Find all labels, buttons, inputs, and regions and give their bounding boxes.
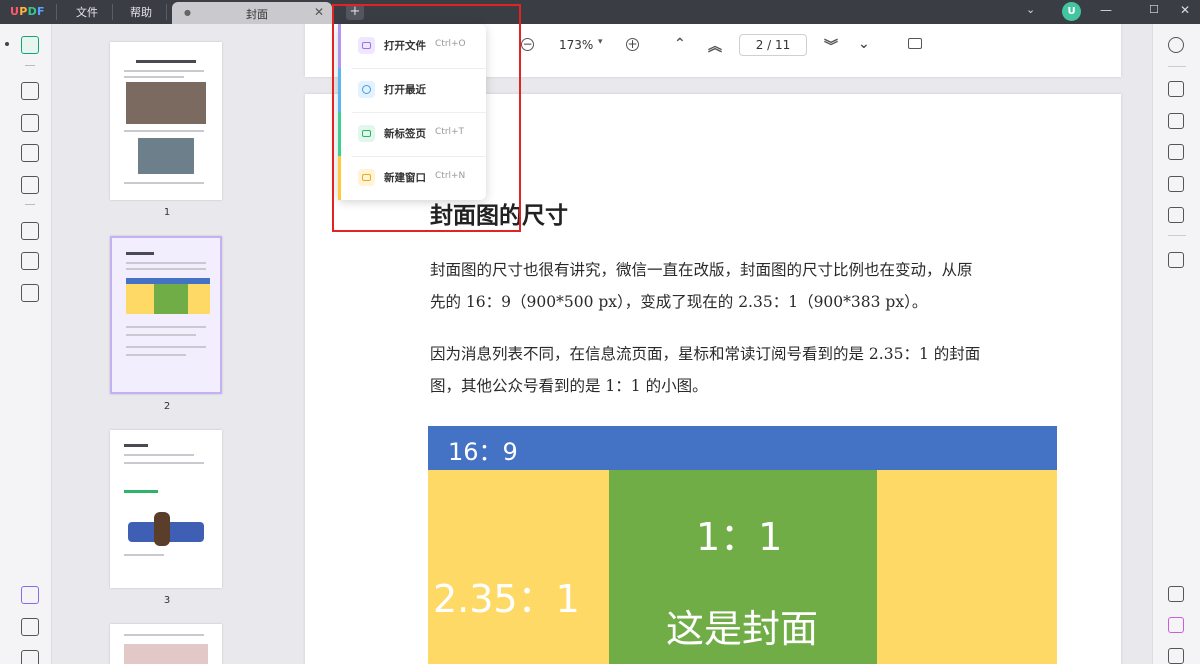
menu-divider bbox=[166, 4, 167, 20]
view-toolbar: − 173% ▾ + ⌃ ︽ 2 / 11 ︾ ⌄ bbox=[490, 33, 930, 59]
menu-divider bbox=[112, 4, 113, 20]
left-toolbar bbox=[0, 24, 52, 664]
page-number-label: 1 bbox=[163, 207, 171, 218]
ratio-169-band: 16：9 bbox=[428, 426, 1057, 470]
ratio-235-label: 2.35：1 bbox=[433, 577, 580, 621]
zoom-dropdown-icon[interactable]: ▾ bbox=[598, 37, 603, 47]
ratio-235-right-area bbox=[877, 470, 1057, 664]
presentation-icon[interactable] bbox=[908, 38, 922, 49]
last-page-icon[interactable]: ⌄ bbox=[858, 36, 870, 52]
crop-icon[interactable] bbox=[21, 252, 39, 270]
menu-divider bbox=[56, 4, 57, 20]
ratio-235-left-area bbox=[428, 470, 609, 664]
toolbar-divider bbox=[25, 204, 35, 205]
ocr-text-icon[interactable] bbox=[1168, 81, 1184, 97]
updf-logo: UPDF bbox=[10, 5, 45, 18]
cover-label: 这是封面 bbox=[666, 607, 819, 651]
form-icon[interactable] bbox=[21, 144, 39, 162]
first-page-icon[interactable]: ⌃ bbox=[674, 36, 686, 52]
right-toolbar bbox=[1152, 24, 1200, 664]
page-number-label: 3 bbox=[163, 595, 171, 606]
chevron-down-icon[interactable]: ⌄ bbox=[1026, 3, 1035, 16]
paragraph-line: 封面图的尺寸也很有讲究，微信一直在改版，封面图的尺寸比例也在变动，从原 bbox=[430, 261, 973, 279]
bookmark-icon[interactable] bbox=[21, 618, 39, 636]
maximize-icon[interactable]: ☐ bbox=[1149, 3, 1159, 16]
protect-icon[interactable] bbox=[21, 284, 39, 302]
next-page-icon[interactable]: ︾ bbox=[824, 36, 838, 56]
zoom-out-icon[interactable]: − bbox=[521, 38, 534, 51]
comment-icon[interactable] bbox=[21, 82, 39, 100]
protect-document-icon[interactable] bbox=[1168, 144, 1184, 160]
edit-text-icon[interactable] bbox=[21, 114, 39, 132]
title-bar: UPDF 文件 帮助 ● 封面 ✕ + ⌄ U — ☐ ✕ bbox=[0, 0, 1200, 24]
panel-toggle-dot[interactable] bbox=[5, 42, 9, 46]
convert-icon[interactable] bbox=[1168, 113, 1184, 129]
paragraph-line: 图，其他公众号看到的是 1：1 的小图。 bbox=[430, 377, 708, 395]
ocr-icon[interactable] bbox=[21, 176, 39, 194]
ai-assistant-icon[interactable] bbox=[1168, 617, 1184, 633]
toolbar-divider bbox=[1168, 235, 1186, 236]
previous-page-icon[interactable]: ︽ bbox=[708, 36, 722, 56]
user-avatar[interactable]: U bbox=[1062, 2, 1081, 21]
page-thumbnail[interactable] bbox=[110, 430, 222, 588]
thumbnail-panel: 1 2 3 bbox=[52, 24, 292, 664]
menu-help[interactable]: 帮助 bbox=[130, 4, 152, 20]
annotation-highlight-box bbox=[332, 4, 521, 232]
organize-pages-icon[interactable] bbox=[21, 222, 39, 240]
search-icon[interactable] bbox=[1168, 37, 1184, 53]
cover-ratio-figure: 16：9 2.35：1 1：1 这是封面 bbox=[428, 426, 1057, 664]
zoom-in-icon[interactable]: + bbox=[626, 38, 639, 51]
page-indicator[interactable]: 2 / 11 bbox=[739, 34, 807, 56]
page-number-label: 2 bbox=[163, 401, 171, 412]
page-thumbnail-selected[interactable] bbox=[110, 236, 222, 394]
layers-icon[interactable] bbox=[21, 586, 39, 604]
save-icon[interactable] bbox=[1168, 252, 1184, 268]
page-thumbnail[interactable] bbox=[110, 624, 222, 664]
translate-icon[interactable] bbox=[1168, 586, 1184, 602]
comments-icon[interactable] bbox=[1168, 648, 1184, 664]
tab-modified-dot-icon: ● bbox=[184, 8, 191, 17]
paragraph-line: 先的 16：9（900*500 px），变成了现在的 2.35：1（900*38… bbox=[430, 293, 928, 311]
document-tab[interactable]: ● 封面 ✕ bbox=[172, 2, 332, 24]
page-thumbnail[interactable] bbox=[110, 42, 222, 200]
email-icon[interactable] bbox=[1168, 207, 1184, 223]
paragraph-line: 因为消息列表不同，在信息流页面，星标和常读订阅号看到的是 2.35：1 的封面 bbox=[430, 345, 981, 363]
ratio-11-label: 1：1 bbox=[696, 515, 783, 559]
menu-file[interactable]: 文件 bbox=[76, 4, 98, 20]
attachment-icon[interactable] bbox=[21, 650, 39, 664]
toolbar-divider bbox=[25, 65, 35, 66]
tab-title: 封面 bbox=[246, 8, 268, 21]
share-icon[interactable] bbox=[1168, 176, 1184, 192]
zoom-level[interactable]: 173% bbox=[559, 38, 593, 52]
tab-close-icon[interactable]: ✕ bbox=[314, 5, 324, 19]
minimize-icon[interactable]: — bbox=[1100, 3, 1112, 17]
toolbar-divider bbox=[1168, 66, 1186, 67]
ratio-169-label: 16：9 bbox=[448, 438, 518, 466]
close-window-icon[interactable]: ✕ bbox=[1180, 3, 1190, 17]
reader-icon[interactable] bbox=[21, 36, 39, 54]
